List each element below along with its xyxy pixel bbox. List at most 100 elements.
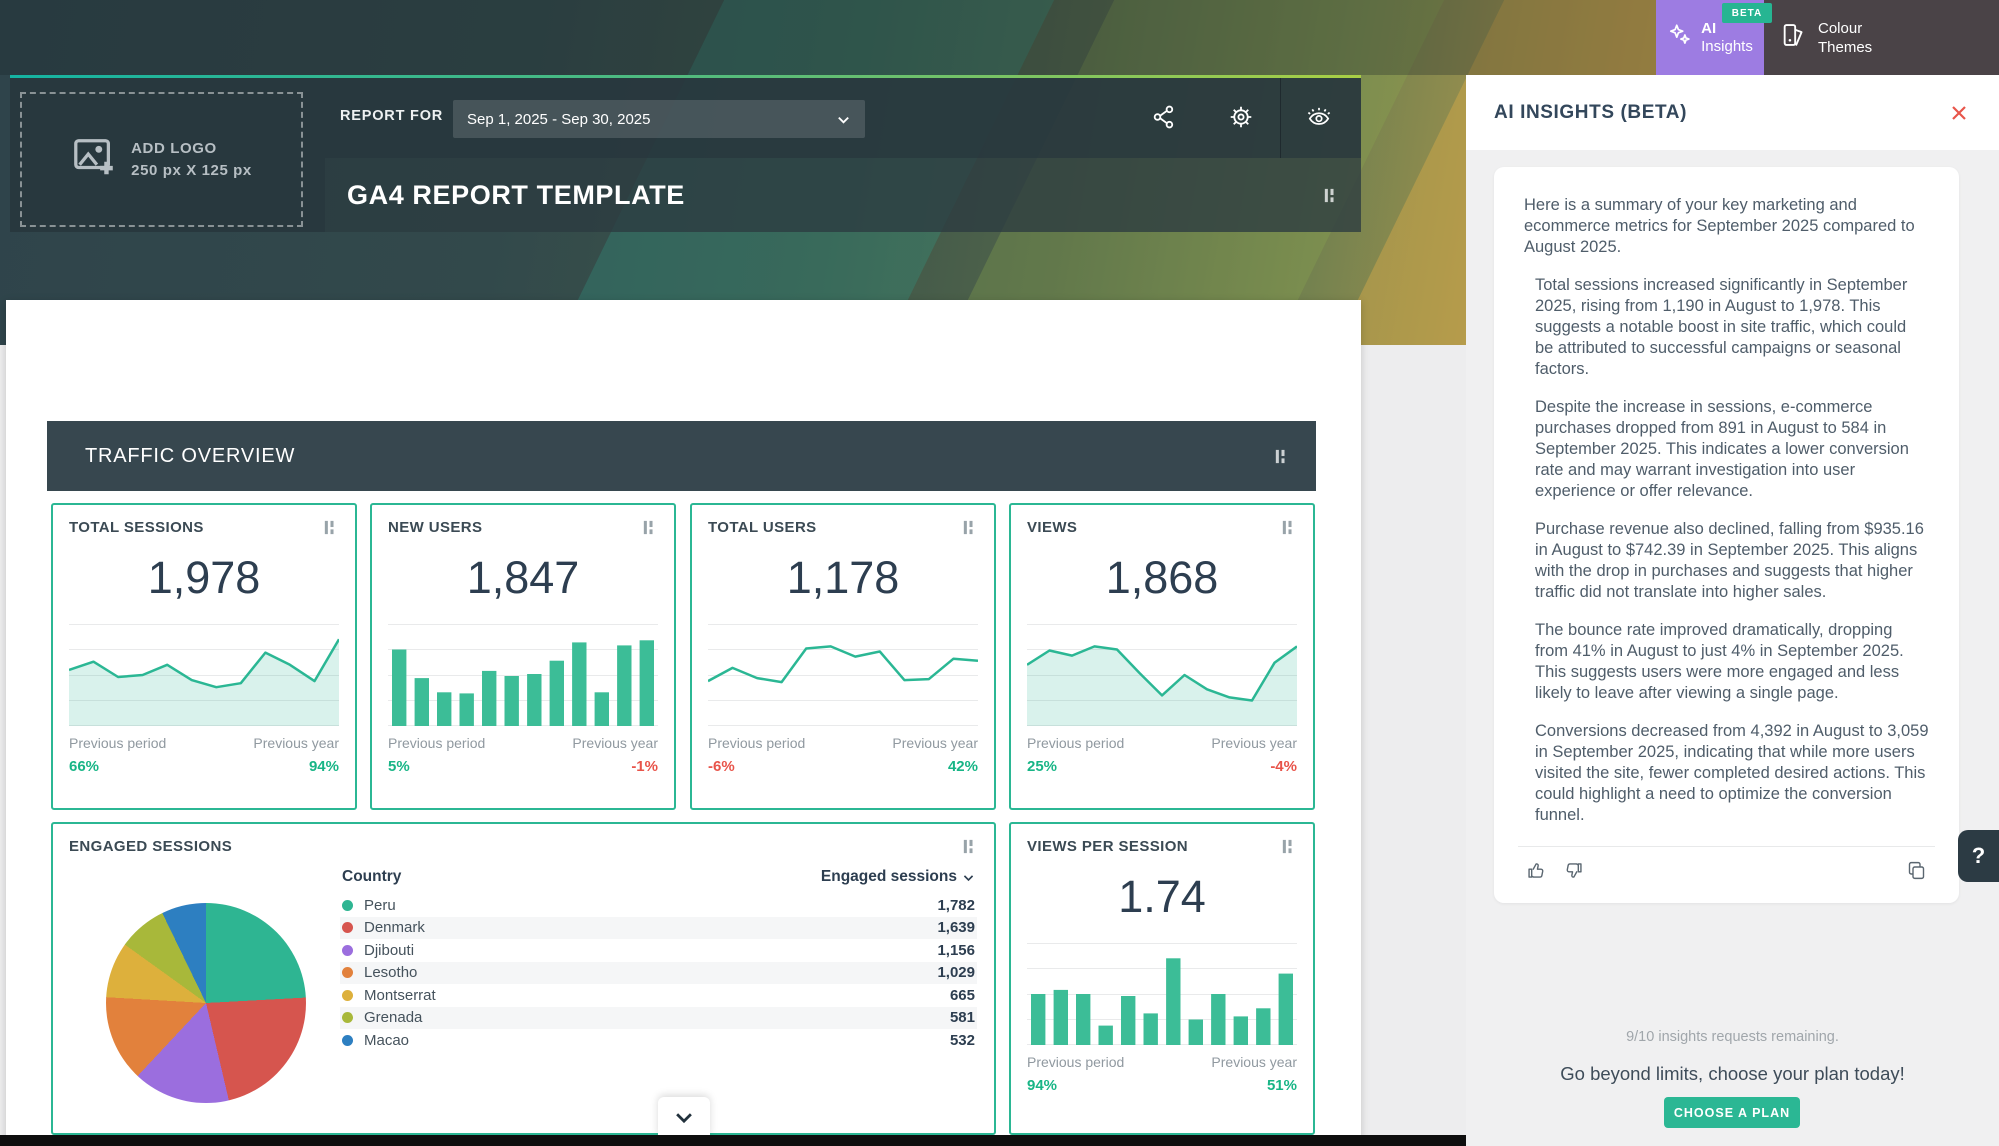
palette-icon	[1780, 21, 1808, 54]
section-title: TRAFFIC OVERVIEW	[85, 445, 295, 468]
help-button[interactable]: ?	[1958, 830, 1999, 882]
prev-year-change: 51%	[1267, 1077, 1297, 1094]
engaged-sessions-value: 1,782	[937, 897, 975, 914]
series-color-dot	[342, 1035, 353, 1046]
metric-title: NEW USERS	[388, 519, 482, 536]
sparkline-chart	[69, 624, 339, 726]
series-color-dot	[342, 945, 353, 956]
requests-remaining-text: 9/10 insights requests remaining.	[1466, 1029, 1999, 1045]
table-row: Peru1,782	[340, 894, 977, 917]
insight-paragraph: Total sessions increased significantly i…	[1535, 275, 1929, 380]
metric-value: 1.74	[1027, 871, 1297, 923]
country-name: Denmark	[364, 919, 937, 936]
series-color-dot	[342, 1012, 353, 1023]
prev-year-label: Previous year	[1211, 735, 1297, 751]
themes-label-2: Themes	[1818, 39, 1872, 56]
prev-period-change: 25%	[1027, 758, 1057, 775]
table-row: Denmark1,639	[340, 917, 977, 940]
metric-title: VIEWS PER SESSION	[1027, 838, 1188, 855]
column-header-engaged-sessions[interactable]: Engaged sessions	[821, 868, 975, 886]
series-color-dot	[342, 922, 353, 933]
chevron-down-icon	[673, 1106, 695, 1128]
preview-eye-button[interactable]	[1306, 104, 1332, 130]
country-rows: Peru1,782Denmark1,639Djibouti1,156Lesoth…	[340, 894, 977, 1052]
engaged-sessions-pie-chart	[106, 903, 306, 1103]
metric-title: TOTAL SESSIONS	[69, 519, 204, 536]
report-title: GA4 REPORT TEMPLATE	[347, 180, 685, 211]
chart-widget-icon	[961, 519, 978, 536]
choose-a-plan-button[interactable]: CHOOSE A PLAN	[1664, 1097, 1800, 1128]
country-name: Djibouti	[364, 942, 937, 959]
sparkline-chart	[708, 624, 978, 726]
engaged-sessions-value: 665	[950, 987, 975, 1004]
prev-year-change: -1%	[631, 758, 658, 775]
add-logo-label: ADD LOGO	[131, 140, 217, 157]
copy-icon[interactable]	[1906, 860, 1927, 881]
table-row: Djibouti1,156	[340, 939, 977, 962]
chart-widget-icon	[1322, 187, 1339, 204]
prev-period-label: Previous period	[1027, 1054, 1124, 1070]
chart-widget-icon	[1280, 838, 1297, 855]
share-button[interactable]	[1151, 104, 1177, 130]
date-range-value: Sep 1, 2025 - Sep 30, 2025	[467, 111, 650, 128]
table-row: Macao532	[340, 1029, 977, 1052]
upgrade-prompt-text: Go beyond limits, choose your plan today…	[1466, 1063, 1999, 1085]
prev-period-label: Previous period	[708, 735, 805, 751]
ai-button-label-2: Insights	[1701, 38, 1753, 55]
colour-themes-button[interactable]: Colour Themes	[1764, 0, 1999, 75]
country-name: Peru	[364, 897, 937, 914]
prev-year-label: Previous year	[1211, 1054, 1297, 1070]
prev-period-change: -6%	[708, 758, 735, 775]
header-divider	[1280, 78, 1281, 158]
views-per-session-card: VIEWS PER SESSION 1.74 Previous period Pr…	[1009, 822, 1315, 1135]
insight-paragraph: Despite the increase in sessions, e-comm…	[1535, 397, 1929, 502]
engaged-sessions-value: 1,156	[937, 942, 975, 959]
thumbs-down-icon[interactable]	[1563, 860, 1584, 881]
insight-paragraph: Here is a summary of your key marketing …	[1524, 195, 1929, 258]
country-table: Country Engaged sessions Peru1,782Denmar…	[340, 866, 977, 1052]
metric-title: TOTAL USERS	[708, 519, 817, 536]
scroll-down-button[interactable]	[658, 1097, 710, 1137]
sparkle-icon	[1667, 22, 1693, 53]
engaged-sessions-value: 1,029	[937, 964, 975, 981]
chart-widget-icon	[961, 838, 978, 855]
country-name: Grenada	[364, 1009, 950, 1026]
series-color-dot	[342, 900, 353, 911]
feedback-row	[1524, 847, 1929, 887]
prev-period-label: Previous period	[1027, 735, 1124, 751]
insight-paragraph: The bounce rate improved dramatically, d…	[1535, 620, 1929, 704]
panel-header: AI INSIGHTS (BETA)	[1466, 75, 1999, 150]
logo-size-hint: 250 px X 125 px	[131, 162, 252, 179]
card-title: ENGAGED SESSIONS	[69, 838, 232, 855]
report-page: TRAFFIC OVERVIEW TOTAL SESSIONS 1,978 Pr…	[6, 300, 1361, 1146]
thumbs-up-icon[interactable]	[1526, 860, 1547, 881]
country-name: Montserrat	[364, 987, 950, 1004]
close-icon[interactable]	[1949, 103, 1969, 123]
settings-button[interactable]	[1228, 104, 1254, 130]
metric-title: VIEWS	[1027, 519, 1077, 536]
insight-paragraph: Purchase revenue also declined, falling …	[1535, 519, 1929, 603]
prev-year-change: 42%	[948, 758, 978, 775]
prev-year-change: -4%	[1270, 758, 1297, 775]
engaged-sessions-card: ENGAGED SESSIONS Country Engaged session…	[51, 822, 996, 1135]
prev-period-change: 66%	[69, 758, 99, 775]
bottom-edge-bar	[0, 1135, 1466, 1146]
table-row: Grenada581	[340, 1007, 977, 1030]
series-color-dot	[342, 967, 353, 978]
themes-label-1: Colour	[1818, 20, 1862, 37]
image-plus-icon	[71, 134, 117, 185]
prev-year-change: 94%	[309, 758, 339, 775]
traffic-overview-header: TRAFFIC OVERVIEW	[47, 421, 1316, 491]
sparkline-chart	[388, 624, 658, 726]
insight-summary-card: Here is a summary of your key marketing …	[1494, 167, 1959, 903]
add-logo-dropzone[interactable]: ADD LOGO 250 px X 125 px	[20, 92, 303, 227]
sort-chevron-icon	[962, 871, 975, 884]
date-range-dropdown[interactable]: Sep 1, 2025 - Sep 30, 2025	[453, 100, 865, 138]
metric-value: 1,178	[708, 552, 978, 604]
prev-year-label: Previous year	[253, 735, 339, 751]
report-title-strip: GA4 REPORT TEMPLATE	[325, 158, 1361, 232]
metric-card-new-users: NEW USERS 1,847 Previous periodPrevious …	[370, 503, 676, 810]
prev-period-label: Previous period	[388, 735, 485, 751]
engaged-sessions-value: 581	[950, 1009, 975, 1026]
metric-value: 1,868	[1027, 552, 1297, 604]
